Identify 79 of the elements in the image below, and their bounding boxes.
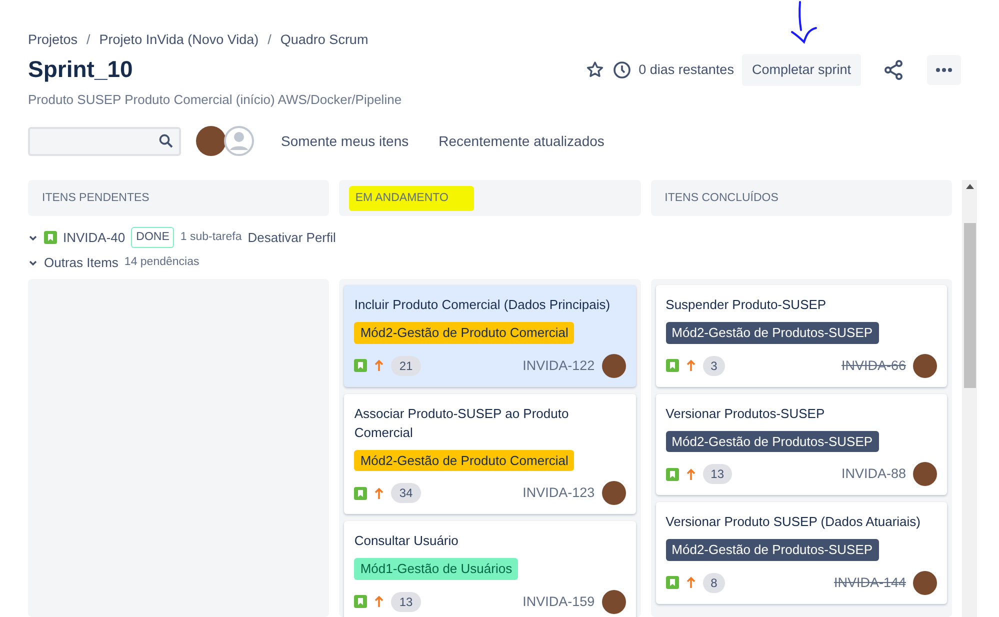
issue-card[interactable]: Suspender Produto-SUSEP Mód2-Gestão de Produtos-SUSEP 3 INVIDA-66 — [656, 285, 947, 387]
story-icon — [354, 595, 368, 608]
issue-card[interactable]: Incluir Produto Comercial (Dados Principais) Mód2-Gestão de Produto Comercial 21 INVIDA-122 — [344, 285, 636, 387]
column-title: ITENS CONCLUÍDOS — [664, 190, 780, 206]
share-icon[interactable] — [883, 59, 905, 82]
story-icon — [666, 359, 679, 372]
column-title: ITENS PENDENTES — [41, 190, 150, 206]
complete-sprint-button[interactable]: Completar sprint — [742, 54, 861, 86]
scrollbar-thumb[interactable] — [964, 223, 976, 388]
avatar-photo — [602, 590, 626, 614]
avatar-photo — [602, 354, 626, 378]
priority-arrow-icon — [686, 359, 696, 372]
priority-arrow-icon — [374, 595, 384, 608]
sprint-title: Sprint_10 — [28, 56, 133, 84]
priority-arrow-icon — [374, 486, 384, 500]
card-title: Associar Produto-SUSEP ao Produto Comercial — [354, 404, 570, 442]
story-points: 13 — [702, 464, 732, 484]
issue-key[interactable]: INVIDA-123 — [522, 483, 595, 504]
story-points: 34 — [391, 483, 421, 504]
story-icon — [354, 359, 368, 372]
priority-arrow-icon — [686, 468, 696, 481]
card-title: Consultar Usuário — [354, 532, 460, 550]
breadcrumb-link[interactable]: Projeto InVida (Novo Vida) — [99, 30, 259, 50]
card-title: Incluir Produto Comercial (Dados Principais) — [354, 296, 612, 314]
breadcrumb-link[interactable]: Quadro Scrum — [280, 30, 368, 50]
issue-key[interactable]: INVIDA-159 — [522, 592, 595, 612]
story-points: 21 — [391, 356, 421, 376]
filter-button[interactable]: Somente meus itens — [281, 130, 409, 152]
issue-card[interactable]: Consultar Usuário Mód1-Gestão de Usuários 13 INVIDA-159 — [344, 521, 636, 617]
story-icon — [354, 486, 368, 500]
pending-count: 14 pendências — [124, 255, 200, 270]
issue-summary: Desativar Perfil — [248, 229, 336, 248]
status-lozenge: DONE — [131, 227, 174, 248]
story-icon — [666, 468, 679, 481]
scroll-up-icon[interactable] — [966, 184, 974, 190]
subtask-count: 1 sub-tarefa — [180, 230, 242, 246]
avatar-photo[interactable] — [196, 126, 226, 156]
issue-key[interactable]: INVIDA-144 — [834, 572, 906, 593]
label-tag: Mód2-Gestão de Produtos-SUSEP — [666, 322, 879, 344]
issue-key[interactable]: INVIDA-88 — [841, 464, 906, 484]
column-title: EM ANDAMENTO — [349, 186, 474, 211]
story-icon — [666, 576, 679, 590]
story-icon — [44, 231, 57, 244]
swimlane-title: Outras Items — [44, 254, 118, 272]
story-points: 8 — [702, 572, 726, 593]
label-tag: Mód2-Gestão de Produto Comercial — [354, 322, 574, 344]
label-tag: Mód2-Gestão de Produtos-SUSEP — [666, 430, 879, 452]
search-icon — [159, 134, 173, 148]
card-title: Suspender Produto-SUSEP — [666, 296, 828, 314]
clock-icon — [612, 61, 631, 80]
label-tag: Mód1-Gestão de Usuários — [354, 558, 518, 580]
issue-card[interactable]: Associar Produto-SUSEP ao Produto Comercial Mód2-Gestão de Produto Comercial 34 INVIDA-123 — [344, 394, 636, 514]
sprint-goal-text: Produto SUSEP Produto Comercial (início) AWS/Docker/Pipeline — [28, 90, 403, 109]
issue-card[interactable]: Versionar Produto SUSEP (Dados Atuariais) Mód2-Gestão de Produtos-SUSEP 8 INVIDA-144 — [656, 502, 947, 604]
filter-button[interactable]: Recentemente atualizados — [438, 130, 604, 152]
issue-card[interactable]: Versionar Produtos-SUSEP Mód2-Gestão de Produtos-SUSEP 13 INVIDA-88 — [656, 394, 947, 496]
card-title: Versionar Produto SUSEP (Dados Atuariais) — [666, 513, 922, 532]
avatar-photo — [913, 570, 937, 595]
issue-key[interactable]: INVIDA-40 — [63, 228, 126, 248]
more-icon — [936, 68, 952, 72]
breadcrumb-separator: / — [268, 31, 272, 49]
breadcrumb-separator: / — [86, 31, 90, 49]
label-tag: Mód2-Gestão de Produtos-SUSEP — [666, 539, 879, 561]
issue-key[interactable]: INVIDA-66 — [841, 356, 906, 376]
priority-arrow-icon — [374, 359, 384, 372]
days-remaining-text: 0 dias restantes — [638, 60, 734, 79]
card-title: Versionar Produtos-SUSEP — [666, 404, 826, 423]
scrollbar[interactable] — [962, 180, 977, 617]
issue-key[interactable]: INVIDA-122 — [522, 356, 595, 376]
more-button[interactable] — [927, 55, 961, 86]
avatar-photo — [602, 481, 626, 506]
search-field[interactable] — [28, 126, 181, 156]
priority-arrow-icon — [686, 576, 696, 590]
label-tag: Mód2-Gestão de Produto Comercial — [354, 450, 574, 472]
avatar-photo — [913, 462, 937, 486]
breadcrumb-link[interactable]: Projetos — [28, 30, 78, 50]
avatar-photo — [913, 354, 937, 378]
story-points: 13 — [391, 592, 421, 612]
story-points: 3 — [702, 356, 726, 376]
